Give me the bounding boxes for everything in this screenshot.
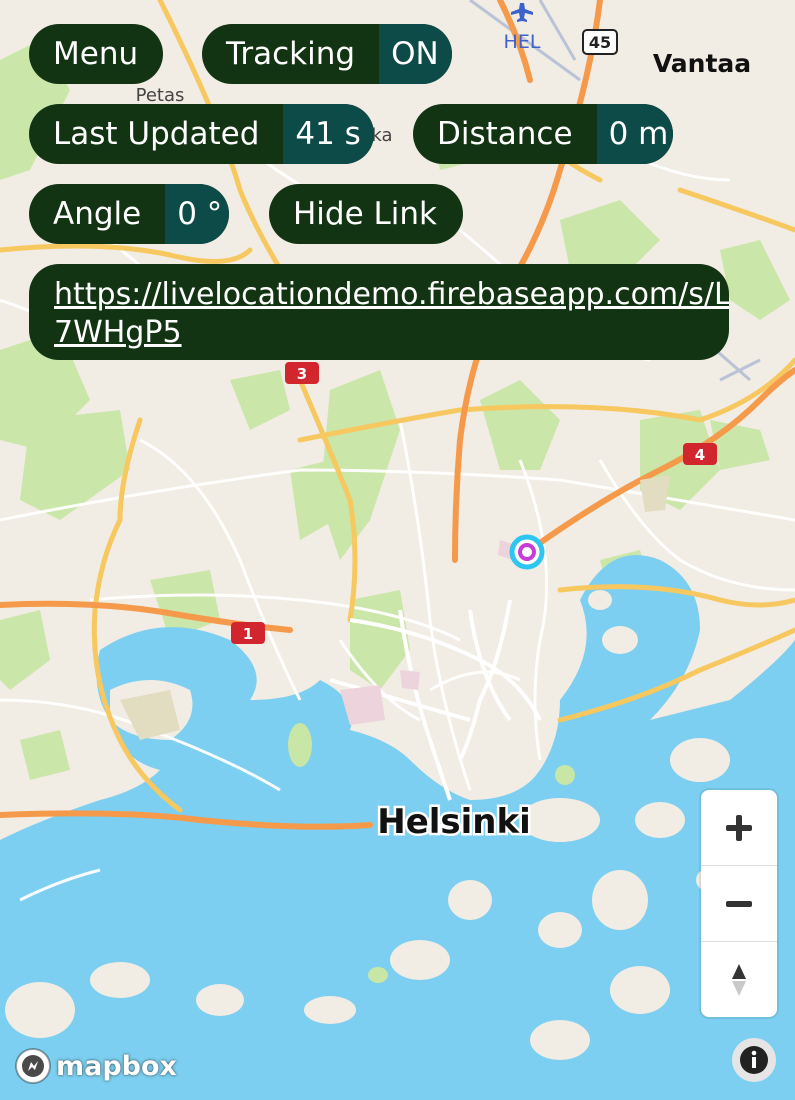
last-updated-label: Last Updated xyxy=(53,116,260,152)
distance-label: Distance xyxy=(437,116,573,152)
petas-label: Petas xyxy=(136,85,185,106)
shield-4: 4 xyxy=(683,443,717,465)
user-location-marker xyxy=(509,534,545,570)
plus-icon xyxy=(726,814,752,841)
angle-label: Angle xyxy=(53,196,142,232)
last-updated-display: Last Updated 41 s xyxy=(29,104,374,164)
zoom-in-button[interactable] xyxy=(701,790,777,866)
partial-place-label: ka xyxy=(371,125,392,146)
tracking-label: Tracking xyxy=(226,36,356,72)
map-canvas[interactable]: 45 3 4 1 HEL Vantaa Petas ka Helsinki xyxy=(0,0,795,1100)
share-link[interactable]: https://livelocationdemo.firebaseapp.com… xyxy=(54,276,729,352)
hide-link-button[interactable]: Hide Link xyxy=(269,184,463,244)
shield-1: 1 xyxy=(231,622,265,644)
tracking-value: ON xyxy=(379,24,452,84)
svg-text:1: 1 xyxy=(243,625,253,643)
hide-link-label: Hide Link xyxy=(293,196,438,232)
distance-value: 0 m xyxy=(596,104,673,164)
tracking-toggle[interactable]: Tracking ON xyxy=(202,24,452,84)
angle-display: Angle 0 ° xyxy=(29,184,229,244)
vantaa-label: Vantaa xyxy=(653,49,751,78)
svg-text:3: 3 xyxy=(297,365,307,383)
reset-bearing-button[interactable] xyxy=(701,942,777,1017)
mapbox-logo-icon xyxy=(15,1048,51,1084)
last-updated-value: 41 s xyxy=(283,104,374,164)
zoom-out-button[interactable] xyxy=(701,866,777,942)
share-link-box: https://livelocationdemo.firebaseapp.com… xyxy=(29,264,729,360)
mapbox-logo[interactable]: mapbox xyxy=(14,1047,177,1085)
compass-icon xyxy=(732,963,746,996)
svg-text:4: 4 xyxy=(695,446,705,464)
minus-icon xyxy=(726,900,752,907)
info-icon xyxy=(740,1046,768,1074)
mapbox-logo-text: mapbox xyxy=(56,1050,177,1082)
shield-45: 45 xyxy=(582,29,618,55)
svg-text:45: 45 xyxy=(589,33,611,52)
attribution-info-button[interactable] xyxy=(732,1038,776,1082)
distance-display: Distance 0 m xyxy=(413,104,673,164)
menu-button[interactable]: Menu xyxy=(29,24,163,84)
airport-label: HEL xyxy=(504,31,541,53)
map-navigation-control xyxy=(701,790,777,1017)
angle-value: 0 ° xyxy=(165,184,229,244)
menu-label: Menu xyxy=(53,36,139,72)
shield-3: 3 xyxy=(285,362,319,384)
helsinki-label: Helsinki xyxy=(377,802,531,842)
